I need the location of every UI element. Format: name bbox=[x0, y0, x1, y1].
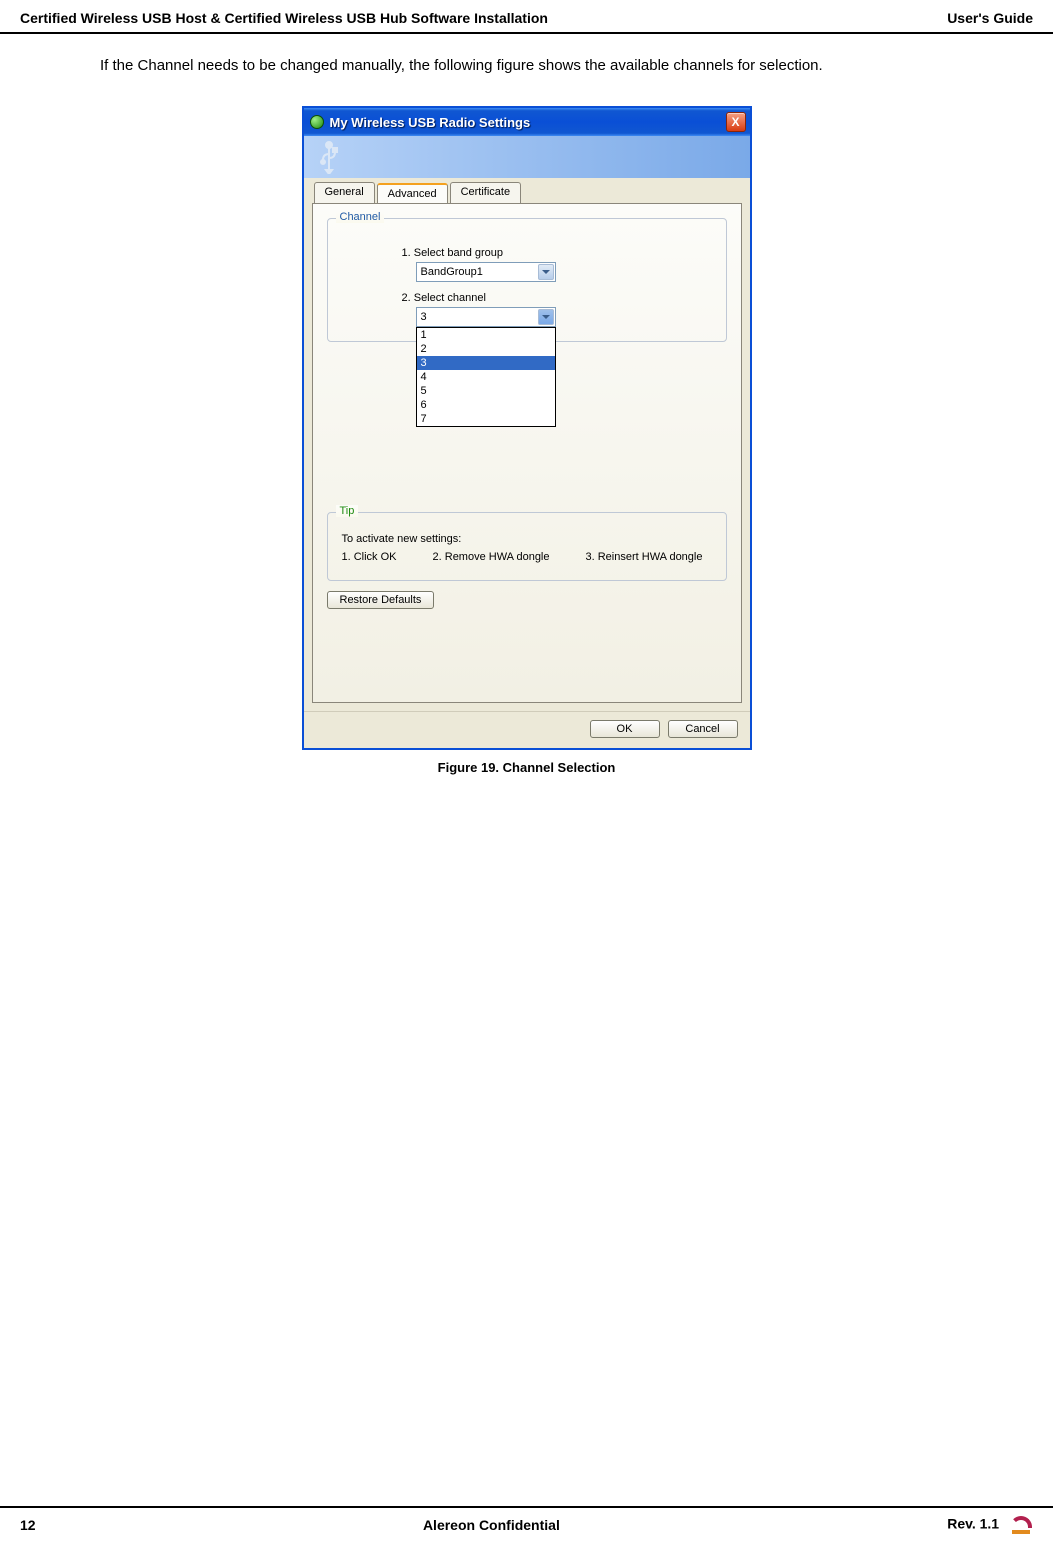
tip-steps-row: 1. Click OK 2. Remove HWA dongle 3. Rein… bbox=[342, 549, 712, 567]
page-header: Certified Wireless USB Host & Certified … bbox=[0, 0, 1053, 34]
band-group-label: 1. Select band group bbox=[402, 247, 712, 259]
page-footer: 12 Alereon Confidential Rev. 1.1 bbox=[0, 1506, 1053, 1536]
band-group-select[interactable]: BandGroup1 bbox=[416, 262, 556, 282]
channel-option[interactable]: 4 bbox=[417, 370, 555, 384]
channel-option[interactable]: 1 bbox=[417, 328, 555, 342]
tab-advanced[interactable]: Advanced bbox=[377, 183, 448, 204]
window-banner bbox=[304, 136, 750, 178]
chevron-down-icon[interactable] bbox=[538, 309, 554, 325]
restore-row: Restore Defaults bbox=[327, 591, 727, 609]
channel-dropdown[interactable]: 1 2 3 4 5 6 7 bbox=[416, 327, 556, 427]
channel-fields: 1. Select band group BandGroup1 2. Selec… bbox=[402, 247, 712, 327]
tab-general[interactable]: General bbox=[314, 182, 375, 203]
doc-section-title: Certified Wireless USB Host & Certified … bbox=[20, 10, 548, 26]
settings-window: My Wireless USB Radio Settings X bbox=[302, 106, 752, 750]
channel-legend: Channel bbox=[336, 211, 385, 223]
dialog-footer: OK Cancel bbox=[304, 711, 750, 748]
figure-wrap: My Wireless USB Radio Settings X bbox=[0, 106, 1053, 775]
tip-group: Tip To activate new settings: 1. Click O… bbox=[327, 512, 727, 581]
tip-legend: Tip bbox=[336, 505, 359, 517]
revision-label: Rev. 1.1 bbox=[947, 1516, 999, 1532]
tip-body: To activate new settings: 1. Click OK 2.… bbox=[342, 531, 712, 566]
channel-value: 3 bbox=[421, 311, 427, 323]
channel-option[interactable]: 7 bbox=[417, 412, 555, 426]
channel-option[interactable]: 2 bbox=[417, 342, 555, 356]
channel-option[interactable]: 5 bbox=[417, 384, 555, 398]
brand-logo-icon bbox=[1009, 1514, 1033, 1536]
window-title: My Wireless USB Radio Settings bbox=[330, 115, 531, 130]
tab-certificate[interactable]: Certificate bbox=[450, 182, 522, 203]
cancel-button[interactable]: Cancel bbox=[668, 720, 738, 738]
tip-step2: 2. Remove HWA dongle bbox=[433, 549, 550, 567]
figure-caption: Figure 19. Channel Selection bbox=[438, 760, 616, 775]
close-button[interactable]: X bbox=[726, 112, 746, 132]
footer-center: Alereon Confidential bbox=[423, 1517, 560, 1533]
band-group-value: BandGroup1 bbox=[421, 266, 483, 278]
tip-step1: 1. Click OK bbox=[342, 549, 397, 567]
body-paragraph: If the Channel needs to be changed manua… bbox=[0, 34, 1053, 76]
channel-option[interactable]: 3 bbox=[417, 356, 555, 370]
channel-select[interactable]: 3 1 2 3 4 5 6 7 bbox=[416, 307, 556, 327]
ok-button[interactable]: OK bbox=[590, 720, 660, 738]
tip-step3: 3. Reinsert HWA dongle bbox=[586, 549, 703, 567]
channel-option[interactable]: 6 bbox=[417, 398, 555, 412]
page-number: 12 bbox=[20, 1517, 36, 1533]
chevron-down-icon[interactable] bbox=[538, 264, 554, 280]
footer-right-wrap: Rev. 1.1 bbox=[947, 1514, 1033, 1536]
app-icon bbox=[310, 115, 324, 129]
close-icon: X bbox=[731, 115, 739, 129]
tip-line1: To activate new settings: bbox=[342, 531, 712, 549]
usb-icon bbox=[316, 140, 342, 174]
doc-guide-label: User's Guide bbox=[947, 10, 1033, 26]
channel-group: Channel 1. Select band group BandGroup1 … bbox=[327, 218, 727, 342]
window-titlebar[interactable]: My Wireless USB Radio Settings X bbox=[304, 108, 750, 136]
select-channel-label: 2. Select channel bbox=[402, 292, 712, 304]
tab-row: General Advanced Certificate bbox=[314, 182, 750, 203]
tab-panel-advanced: Channel 1. Select band group BandGroup1 … bbox=[312, 203, 742, 703]
restore-defaults-button[interactable]: Restore Defaults bbox=[327, 591, 435, 609]
